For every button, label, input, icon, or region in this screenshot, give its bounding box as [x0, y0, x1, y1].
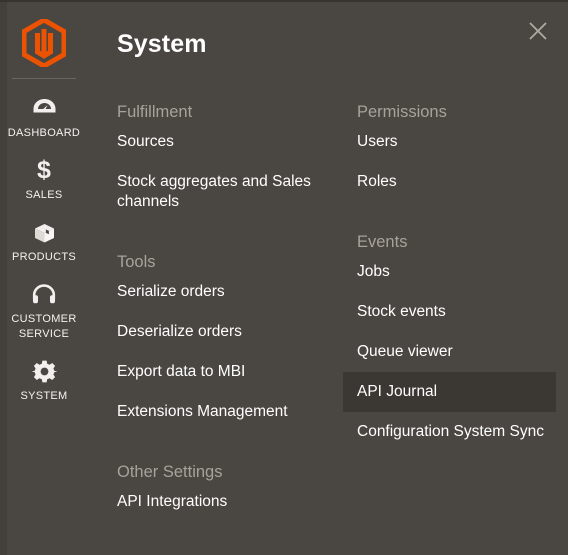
list-item: Extensions Management: [117, 392, 328, 432]
menu-item-deserialize-orders[interactable]: Deserialize orders: [117, 312, 328, 352]
sidebar-item-system[interactable]: SYSTEM: [0, 342, 88, 404]
dashboard-gauge-icon: [0, 95, 88, 121]
sidebar-item-label: SYSTEM: [20, 390, 68, 402]
list-item: Export data to MBI: [117, 352, 328, 392]
list-item: API Journal: [343, 372, 556, 412]
sidebar-item-label: CUSTOMER SERVICE: [11, 313, 77, 340]
menu-item-export-data-to-mbi[interactable]: Export data to MBI: [117, 352, 328, 392]
magento-logo[interactable]: [0, 12, 88, 74]
sidebar-item-label: PRODUCTS: [11, 251, 77, 263]
menu-item-serialize-orders[interactable]: Serialize orders: [117, 272, 328, 312]
sidebar-item-label: SALES: [25, 189, 63, 201]
menu-item-roles[interactable]: Roles: [343, 162, 556, 202]
page-title: System: [117, 30, 207, 58]
menu-item-stock-events[interactable]: Stock events: [343, 292, 556, 332]
list-item: Roles: [343, 162, 556, 202]
sidebar-item-sales[interactable]: $ SALES: [0, 141, 88, 203]
close-button[interactable]: [518, 11, 558, 51]
menu-group-permissions: Users Roles: [343, 122, 556, 202]
menu-item-extensions-management[interactable]: Extensions Management: [117, 392, 328, 432]
sidebar-item-products[interactable]: PRODUCTS: [0, 203, 88, 265]
list-item: Stock events: [343, 292, 556, 332]
list-item: API Integrations: [117, 482, 328, 522]
menu-columns: Fulfillment Sources Stock aggregates and…: [88, 86, 568, 522]
headset-icon: [0, 281, 88, 307]
menu-group-events: Jobs Stock events Queue viewer API Journ…: [343, 252, 556, 452]
menu-item-api-journal[interactable]: API Journal: [343, 372, 556, 412]
menu-item-users[interactable]: Users: [343, 122, 556, 162]
list-item: Deserialize orders: [117, 312, 328, 352]
list-item: Queue viewer: [343, 332, 556, 372]
panel-header: System: [88, 2, 568, 86]
system-menu-panel: System Fulfillment Sources Stock aggrega…: [88, 2, 568, 555]
admin-system-flyout: DASHBOARD $ SALES PRODUCTS CUSTOMER SERV…: [0, 0, 568, 555]
menu-group-fulfillment: Sources Stock aggregates and Sales chann…: [117, 122, 328, 222]
list-item: Configuration System Sync: [343, 412, 556, 452]
menu-item-jobs[interactable]: Jobs: [343, 252, 556, 292]
menu-group-tools: Serialize orders Deserialize orders Expo…: [117, 272, 328, 432]
menu-item-api-integrations[interactable]: API Integrations: [117, 482, 328, 522]
menu-item-sources[interactable]: Sources: [117, 122, 328, 162]
menu-item-stock-aggregates-and-sales-channels[interactable]: Stock aggregates and Sales channels: [117, 162, 328, 222]
sidebar-item-dashboard[interactable]: DASHBOARD: [0, 79, 88, 141]
gear-icon: [0, 358, 88, 384]
menu-group-title: Permissions: [357, 103, 447, 121]
svg-text:$: $: [37, 157, 51, 183]
list-item: Jobs: [343, 252, 556, 292]
menu-group-title: Fulfillment: [117, 103, 193, 121]
list-item: Sources: [117, 122, 328, 162]
magento-logo-icon: [22, 19, 66, 67]
menu-item-configuration-system-sync[interactable]: Configuration System Sync: [343, 412, 556, 452]
dollar-sign-icon: $: [0, 157, 88, 183]
sidebar-item-label: DASHBOARD: [7, 127, 81, 139]
menu-group-title: Other Settings: [117, 463, 223, 481]
menu-group-other-settings: API Integrations: [117, 482, 328, 522]
menu-group-title: Events: [357, 233, 408, 251]
list-item: Users: [343, 122, 556, 162]
admin-sidebar: DASHBOARD $ SALES PRODUCTS CUSTOMER SERV…: [0, 2, 88, 555]
list-item: Stock aggregates and Sales channels: [117, 162, 328, 222]
list-item: Serialize orders: [117, 272, 328, 312]
menu-group-title: Tools: [117, 253, 156, 271]
menu-item-queue-viewer[interactable]: Queue viewer: [343, 332, 556, 372]
box-icon: [0, 219, 88, 245]
menu-column-right: Permissions Users Roles Events Jobs Stoc…: [328, 86, 556, 522]
sidebar-item-customer-service[interactable]: CUSTOMER SERVICE: [0, 265, 88, 342]
menu-column-left: Fulfillment Sources Stock aggregates and…: [88, 86, 328, 522]
close-icon: [529, 22, 547, 40]
